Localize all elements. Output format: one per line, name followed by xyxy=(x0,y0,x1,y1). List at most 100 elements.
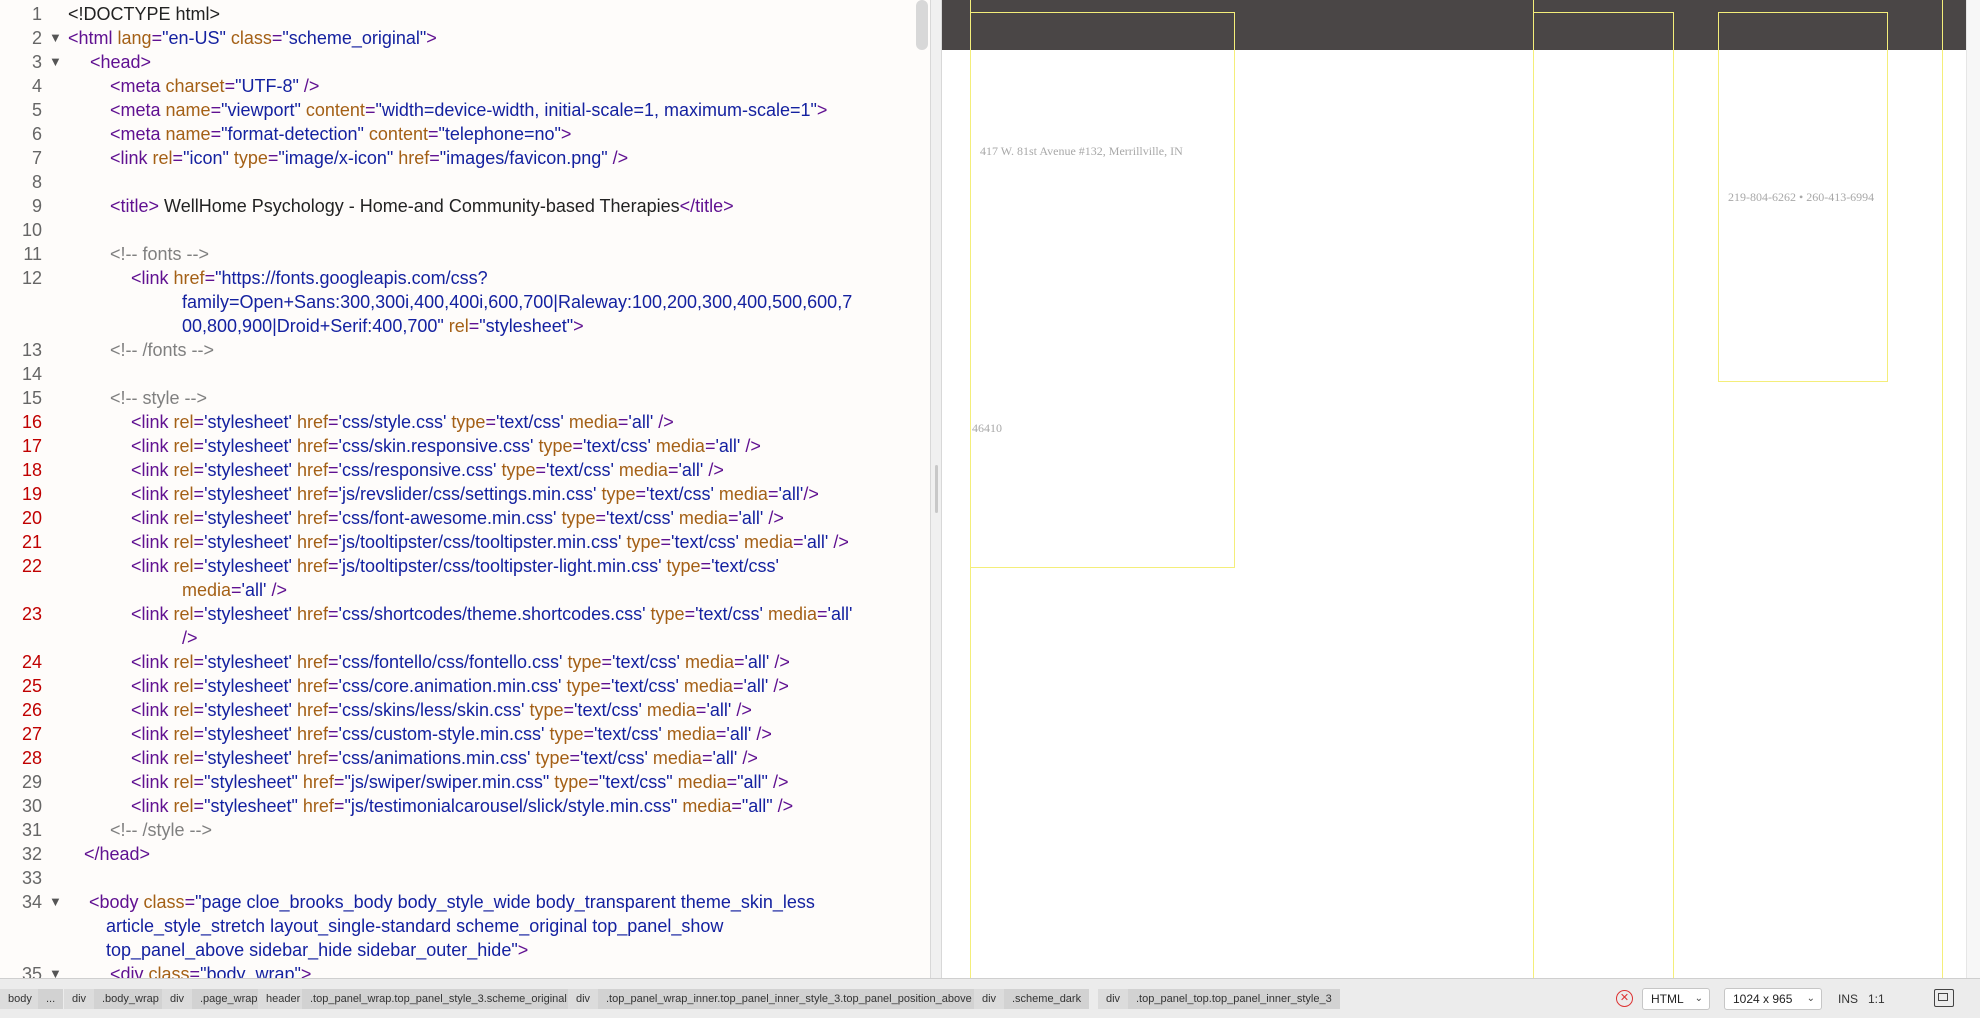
code-token: "stylesheet" xyxy=(479,316,574,336)
breadcrumb-item[interactable]: header xyxy=(258,989,309,1009)
code-line[interactable]: family=Open+Sans:300,300i,400,400i,600,7… xyxy=(0,290,930,314)
code-line[interactable]: /> xyxy=(0,626,930,650)
guide-line-right xyxy=(1942,0,1943,978)
code-line[interactable]: 00,800,900|Droid+Serif:400,700" rel="sty… xyxy=(0,314,930,338)
code-token: 00,800,900|Droid+Serif:400,700" xyxy=(182,316,449,336)
code-editor[interactable]: 1 <!DOCTYPE html> 2 ▼ <html lang="en-US" cla… xyxy=(0,0,930,978)
code-line[interactable]: 32 </head> xyxy=(0,842,930,866)
live-view-pane[interactable]: 417 W. 81st Avenue #132, Merrillville, I… xyxy=(942,0,1980,978)
breadcrumb-item[interactable]: .body_wrap xyxy=(94,989,167,1009)
code-line[interactable]: 35 ▼ <div class="body_wrap"> xyxy=(0,962,930,978)
code-line[interactable]: 10 xyxy=(0,218,930,242)
code-line[interactable]: 28 <link rel='stylesheet' href='css/anima… xyxy=(0,746,930,770)
code-line[interactable]: 29 <link rel="stylesheet" href="js/swiper… xyxy=(0,770,930,794)
code-line[interactable]: 31 <!-- /style --> xyxy=(0,818,930,842)
code-token: "width=device-width, initial-scale=1, ma… xyxy=(375,100,817,120)
code-line[interactable]: 26 <link rel='stylesheet' href='css/skins… xyxy=(0,698,930,722)
code-line[interactable]: 33 xyxy=(0,866,930,890)
code-line[interactable]: 24 <link rel='stylesheet' href='css/fonte… xyxy=(0,650,930,674)
code-token: = xyxy=(328,700,339,720)
fold-toggle-icon[interactable]: ▼ xyxy=(49,50,62,74)
fold-toggle-icon[interactable]: ▼ xyxy=(49,26,62,50)
code-line[interactable]: 2 ▼ <html lang="en-US" class="scheme_origi… xyxy=(0,26,930,50)
editor-scrollbar-thumb[interactable] xyxy=(916,0,928,50)
line-number: 30 xyxy=(21,796,42,816)
breadcrumb-item[interactable]: ... xyxy=(38,989,64,1009)
code-line[interactable]: 19 <link rel='stylesheet' href='js/revsli… xyxy=(0,482,930,506)
code-line[interactable]: 5 <meta name="viewport" content="width=de… xyxy=(0,98,930,122)
code-token: "icon" xyxy=(183,148,234,168)
breadcrumb-item[interactable]: div xyxy=(64,989,95,1009)
code-text: family=Open+Sans:300,300i,400,400i,600,7… xyxy=(182,290,852,314)
code-line[interactable]: 6 <meta name="format-detection" content="… xyxy=(0,122,930,146)
code-token: "text/css" xyxy=(598,772,678,792)
line-number: 11 xyxy=(23,244,42,264)
code-line[interactable]: 18 <link rel='stylesheet' href='css/respo… xyxy=(0,458,930,482)
code-token: "body_wrap" xyxy=(200,964,301,978)
code-token: rel xyxy=(173,652,194,672)
code-token: = xyxy=(328,484,339,504)
breadcrumb-item[interactable]: div xyxy=(568,989,599,1009)
code-line[interactable]: top_panel_above sidebar_hide sidebar_out… xyxy=(0,938,930,962)
code-line[interactable]: 27 <link rel='stylesheet' href='css/custo… xyxy=(0,722,930,746)
code-token: type xyxy=(451,412,486,432)
code-token: type xyxy=(626,532,661,552)
code-token: <!-- /style --> xyxy=(110,820,213,840)
fold-toggle-icon[interactable]: ▼ xyxy=(49,962,62,978)
live-view-scrollbar[interactable] xyxy=(1966,0,1980,978)
breadcrumb-item[interactable]: div xyxy=(162,989,193,1009)
insert-mode[interactable]: INS xyxy=(1838,989,1858,1009)
code-line[interactable]: 21 <link rel='stylesheet' href='js/toolti… xyxy=(0,530,930,554)
code-line[interactable]: 34 ▼ <body class="page cloe_brooks_body bo… xyxy=(0,890,930,914)
code-line[interactable]: article_style_stretch layout_single-stan… xyxy=(0,914,930,938)
code-line[interactable]: 22 <link rel='stylesheet' href='js/toolti… xyxy=(0,554,930,578)
code-line[interactable]: media='all' /> xyxy=(0,578,930,602)
code-line[interactable]: 3 ▼ <head> xyxy=(0,50,930,74)
code-line[interactable]: 4 <meta charset="UTF-8" /> xyxy=(0,74,930,98)
code-line[interactable]: 8 xyxy=(0,170,930,194)
language-select[interactable]: HTML ⌄ xyxy=(1642,988,1710,1010)
code-line[interactable]: 11 <!-- fonts --> xyxy=(0,242,930,266)
code-line[interactable]: 20 <link rel='stylesheet' href='css/font-… xyxy=(0,506,930,530)
breadcrumb-item[interactable]: .page_wrap xyxy=(192,989,266,1009)
code-token: rel xyxy=(173,748,194,768)
breadcrumb-item[interactable]: .top_panel_wrap.top_panel_style_3.scheme… xyxy=(302,989,575,1009)
code-line[interactable]: 16 <link rel='stylesheet' href='css/style… xyxy=(0,410,930,434)
code-line[interactable]: 9 <title> WellHome Psychology - Home-and … xyxy=(0,194,930,218)
error-circle-icon[interactable]: ✕ xyxy=(1616,990,1633,1007)
code-line[interactable]: 7 <link rel="icon" type="image/x-icon" hr… xyxy=(0,146,930,170)
resize-window-icon[interactable] xyxy=(1934,989,1954,1007)
code-token: rel xyxy=(152,148,173,168)
code-token: type xyxy=(501,460,536,480)
code-line[interactable]: 15 <!-- style --> xyxy=(0,386,930,410)
breadcrumb-item[interactable]: div xyxy=(1098,989,1129,1009)
code-line[interactable]: 23 <link rel='stylesheet' href='css/short… xyxy=(0,602,930,626)
breadcrumb-item[interactable]: .scheme_dark xyxy=(1004,989,1090,1009)
code-token: article_style_stretch layout_single-stan… xyxy=(106,916,724,936)
chevron-down-icon: ⌄ xyxy=(1694,993,1703,1004)
code-text: top_panel_above sidebar_hide sidebar_out… xyxy=(106,938,528,962)
breadcrumb-item[interactable]: .top_panel_top.top_panel_inner_style_3 xyxy=(1128,989,1340,1009)
breadcrumb-item[interactable]: .top_panel_wrap_inner.top_panel_inner_st… xyxy=(598,989,980,1009)
code-token: <link xyxy=(131,508,174,528)
code-line[interactable]: 17 <link rel='stylesheet' href='css/skin.… xyxy=(0,434,930,458)
viewport-size-select[interactable]: 1024 x 965 ⌄ xyxy=(1724,988,1822,1010)
code-text: <meta name="format-detection" content="t… xyxy=(110,122,571,146)
splitter-grip[interactable] xyxy=(935,465,938,513)
breadcrumb-item[interactable]: div xyxy=(974,989,1005,1009)
code-line[interactable]: 12 <link href="https://fonts.googleapis.c… xyxy=(0,266,930,290)
fold-toggle-icon[interactable]: ▼ xyxy=(49,890,62,914)
code-token: = xyxy=(817,604,828,624)
code-line[interactable]: 14 xyxy=(0,362,930,386)
code-token: = xyxy=(429,148,440,168)
breadcrumb-item[interactable]: body xyxy=(0,989,40,1009)
code-line[interactable]: 13 <!-- /fonts --> xyxy=(0,338,930,362)
code-token: media xyxy=(684,652,734,672)
code-line[interactable]: 1 <!DOCTYPE html> xyxy=(0,2,930,26)
code-line[interactable]: 30 <link rel="stylesheet" href="js/testim… xyxy=(0,794,930,818)
code-text: <link rel="stylesheet" href="js/testimon… xyxy=(131,794,793,818)
pane-splitter[interactable] xyxy=(930,0,942,978)
code-text: <link rel='stylesheet' href='js/tooltips… xyxy=(131,554,779,578)
code-line[interactable]: 25 <link rel='stylesheet' href='css/core.… xyxy=(0,674,930,698)
code-text: <meta charset="UTF-8" /> xyxy=(110,74,319,98)
